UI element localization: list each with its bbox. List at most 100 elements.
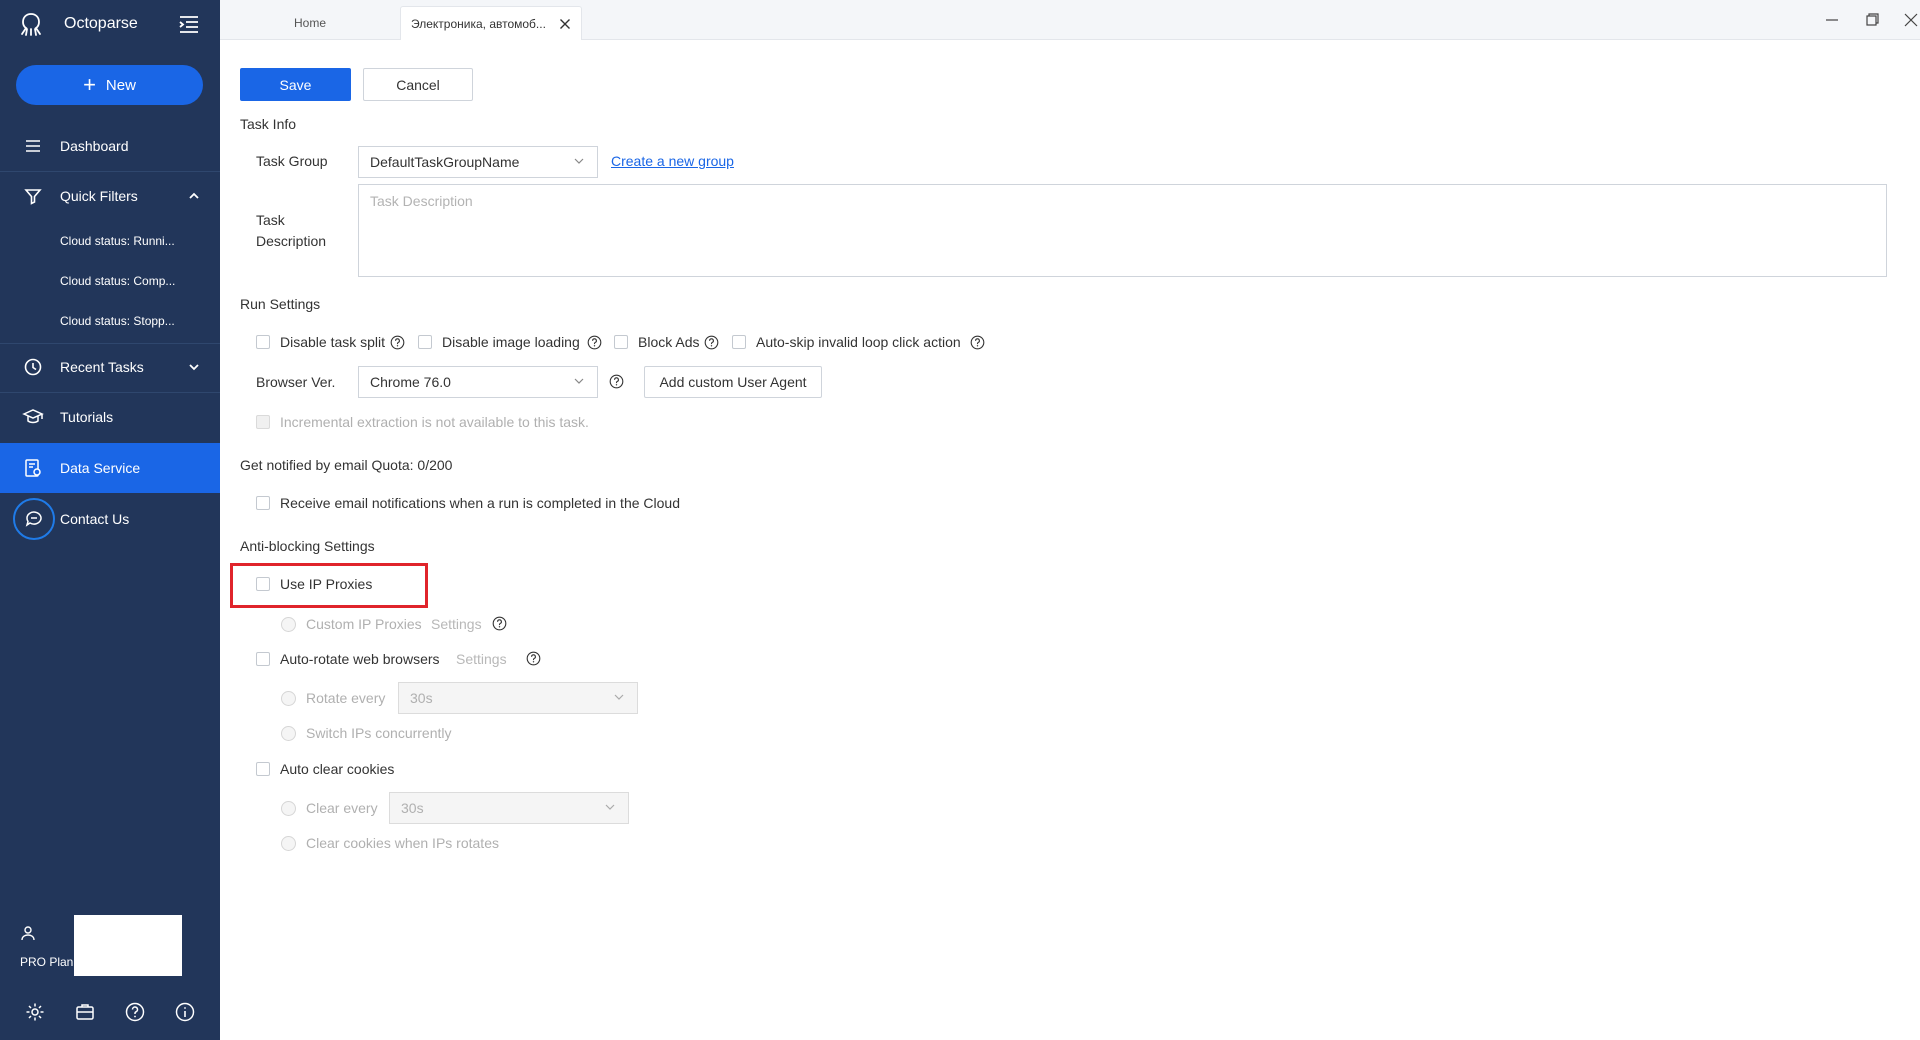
question-mark-icon[interactable] <box>970 335 985 350</box>
sidebar-item-quick-filters[interactable]: Quick Filters <box>0 172 220 220</box>
quick-filter-stopped[interactable]: Cloud status: Stopp... <box>60 314 175 328</box>
window-close-icon[interactable] <box>1900 10 1920 30</box>
auto-skip-checkbox[interactable]: Auto-skip invalid loop click action <box>732 334 961 350</box>
radio-label: Custom IP Proxies <box>306 616 422 632</box>
radio-dot <box>281 800 296 816</box>
collapse-menu-icon[interactable] <box>177 14 201 36</box>
rotate-every-radio: Rotate every <box>281 690 385 706</box>
checkbox-label: Use IP Proxies <box>280 576 373 592</box>
task-group-value: DefaultTaskGroupName <box>370 154 520 170</box>
clear-when-rotates-radio: Clear cookies when IPs rotates <box>281 835 499 851</box>
quick-filter-completed[interactable]: Cloud status: Comp... <box>60 274 175 288</box>
sidebar-item-label: Contact Us <box>60 511 130 527</box>
checkbox-box <box>256 415 270 429</box>
question-mark-icon[interactable] <box>390 335 405 350</box>
question-mark-icon[interactable] <box>609 374 624 389</box>
checkbox-label: Auto-skip invalid loop click action <box>756 334 961 350</box>
sidebar-item-label: Dashboard <box>60 138 129 154</box>
checkbox-label: Incremental extraction is not available … <box>280 414 589 430</box>
briefcase-icon[interactable] <box>74 1001 96 1023</box>
checkbox-box[interactable] <box>256 335 270 349</box>
sidebar-item-contact-us[interactable]: Contact Us <box>0 495 220 543</box>
radio-label: Clear cookies when IPs rotates <box>306 835 499 851</box>
block-ads-checkbox[interactable]: Block Ads <box>614 334 699 350</box>
gear-icon[interactable] <box>24 1001 46 1023</box>
email-notification-checkbox[interactable]: Receive email notifications when a run i… <box>256 495 680 511</box>
browser-version-select[interactable]: Chrome 76.0 <box>358 366 598 398</box>
minimize-icon[interactable] <box>1821 10 1843 30</box>
use-ip-proxies-checkbox[interactable]: Use IP Proxies <box>256 576 372 592</box>
data-service-icon <box>25 459 41 477</box>
incremental-extraction-checkbox: Incremental extraction is not available … <box>256 414 589 430</box>
plan-label: PRO Plan <box>20 955 74 969</box>
sidebar-item-dashboard[interactable]: Dashboard <box>0 122 220 170</box>
sidebar-item-tutorials[interactable]: Tutorials <box>0 393 220 441</box>
create-group-link[interactable]: Create a new group <box>611 153 734 169</box>
checkbox-box[interactable] <box>418 335 432 349</box>
radio-label: Clear every <box>306 800 378 816</box>
graduation-cap-icon <box>22 409 44 424</box>
checkbox-label: Auto-rotate web browsers <box>280 651 440 667</box>
chevron-up-icon <box>189 192 199 199</box>
user-icon[interactable] <box>20 925 36 941</box>
history-icon <box>24 358 42 376</box>
chevron-down-icon <box>605 804 615 810</box>
tab-home[interactable]: Home <box>294 6 326 40</box>
radio-dot <box>281 835 296 851</box>
brand-header: Octoparse <box>0 0 220 50</box>
sidebar-item-recent-tasks[interactable]: Recent Tasks <box>0 343 220 391</box>
octopus-logo-icon <box>21 13 41 36</box>
filter-icon <box>24 189 42 205</box>
title-bar: Home Электроника, автомоб... <box>220 0 1920 40</box>
question-mark-icon[interactable] <box>704 335 719 350</box>
chevron-down-icon <box>574 378 584 384</box>
checkbox-box[interactable] <box>614 335 628 349</box>
tab-label: Home <box>294 16 327 30</box>
quick-filter-running[interactable]: Cloud status: Runni... <box>60 234 175 248</box>
chevron-down-icon <box>614 694 624 700</box>
anti-blocking-heading: Anti-blocking Settings <box>240 538 375 554</box>
checkbox-box[interactable] <box>256 762 270 776</box>
add-user-agent-button[interactable]: Add custom User Agent <box>644 366 822 398</box>
app-name: Octoparse <box>64 15 138 32</box>
sidebar-item-label: Recent Tasks <box>60 359 144 375</box>
checkbox-box[interactable] <box>732 335 746 349</box>
plus-icon: + <box>83 72 96 97</box>
sidebar-item-data-service[interactable]: Data Service <box>0 443 220 493</box>
close-icon[interactable] <box>559 18 571 30</box>
checkbox-label: Disable image loading <box>442 334 580 350</box>
tab-label: Электроника, автомоб... <box>411 16 546 31</box>
disable-task-split-checkbox[interactable]: Disable task split <box>256 334 385 350</box>
question-mark-icon[interactable] <box>587 335 602 350</box>
new-task-button[interactable]: + New <box>16 65 203 105</box>
clear-interval-value: 30s <box>401 800 424 816</box>
checkbox-box[interactable] <box>256 652 270 666</box>
auto-clear-cookies-checkbox[interactable]: Auto clear cookies <box>256 761 394 777</box>
radio-dot <box>281 616 296 632</box>
checkbox-box[interactable] <box>256 496 270 510</box>
clear-interval-select: 30s <box>389 792 629 824</box>
task-group-select[interactable]: DefaultTaskGroupName <box>358 146 598 178</box>
info-icon[interactable] <box>174 1001 196 1023</box>
sidebar-footer <box>0 995 220 1029</box>
radio-label: Switch IPs concurrently <box>306 725 452 741</box>
disable-image-loading-checkbox[interactable]: Disable image loading <box>418 334 580 350</box>
help-circle-icon[interactable] <box>124 1001 146 1023</box>
question-mark-icon[interactable] <box>526 651 541 666</box>
task-group-label: Task Group <box>256 153 328 169</box>
save-button[interactable]: Save <box>240 68 351 101</box>
cancel-button[interactable]: Cancel <box>363 68 473 101</box>
checkbox-label: Receive email notifications when a run i… <box>280 495 680 511</box>
sidebar: Octoparse + New Dashboard Quick Filters … <box>0 0 220 1040</box>
restore-icon[interactable] <box>1861 10 1883 30</box>
question-mark-icon[interactable] <box>492 616 507 631</box>
auto-rotate-browsers-checkbox[interactable]: Auto-rotate web browsers <box>256 651 440 667</box>
browser-version-value: Chrome 76.0 <box>370 374 451 390</box>
checkbox-box[interactable] <box>256 577 270 591</box>
sidebar-item-label: Quick Filters <box>60 188 138 204</box>
tab-task-editor[interactable]: Электроника, автомоб... <box>400 6 582 40</box>
task-description-input[interactable] <box>358 184 1887 277</box>
sidebar-item-label: Data Service <box>60 460 141 476</box>
proxy-settings-link: Settings <box>431 616 482 632</box>
custom-ip-proxies-radio: Custom IP Proxies <box>281 616 422 632</box>
